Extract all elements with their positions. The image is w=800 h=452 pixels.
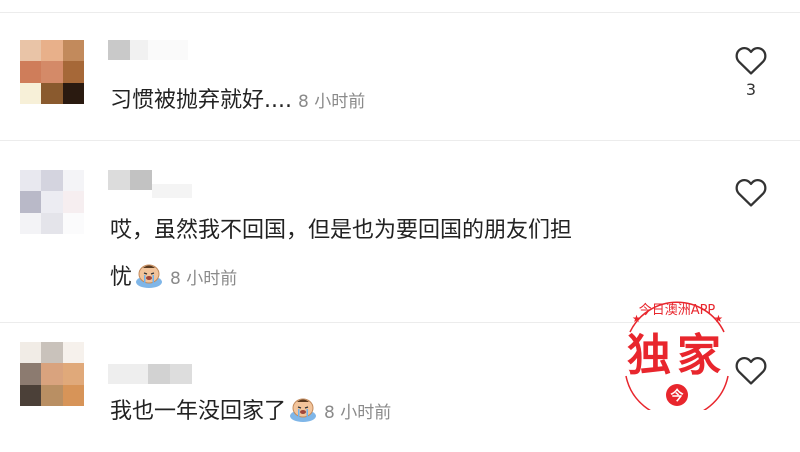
svg-text:★: ★ <box>714 314 723 325</box>
crying-emoji-icon <box>290 398 317 422</box>
username-redacted[interactable] <box>108 170 192 198</box>
avatar[interactable] <box>20 170 84 234</box>
crying-emoji-icon <box>136 264 163 288</box>
heart-outline-icon <box>735 179 767 207</box>
comment-body-line2: 忧 <box>110 265 133 290</box>
watermark-logo-char: 今 <box>669 388 684 404</box>
watermark-logo: 今日澳洲APP ★ ★ 独家 今 <box>625 301 729 410</box>
username-redacted[interactable] <box>108 364 192 384</box>
watermark-main-text: 独家 <box>627 330 727 381</box>
like-button[interactable] <box>733 176 769 208</box>
comment-body: 习惯被抛弃就好.... <box>110 88 292 113</box>
comment-time: 8 小时前 <box>297 92 366 112</box>
comment-text: 哎，虽然我不回国，但是也为要回国的朋友们担 忧 8 小时前 <box>110 214 720 296</box>
username-redacted[interactable] <box>108 40 188 60</box>
avatar[interactable] <box>20 40 84 104</box>
comment-divider <box>0 140 800 141</box>
comment-time: 8 小时前 <box>324 403 392 423</box>
like-button[interactable]: 3 <box>733 44 769 99</box>
comment-text: 习惯被抛弃就好.... 8 小时前 <box>110 84 720 119</box>
avatar[interactable] <box>20 342 84 406</box>
heart-outline-icon <box>735 47 767 75</box>
svg-text:★: ★ <box>632 314 641 325</box>
watermark-top-text: 今日澳洲APP <box>639 302 716 318</box>
top-divider <box>0 12 800 13</box>
comment-time: 8 小时前 <box>170 269 238 289</box>
comment-body: 我也一年没回家了 <box>110 399 287 424</box>
comment-body-line1: 哎，虽然我不回国，但是也为要回国的朋友们担 <box>110 218 573 243</box>
like-count: 3 <box>745 80 757 99</box>
